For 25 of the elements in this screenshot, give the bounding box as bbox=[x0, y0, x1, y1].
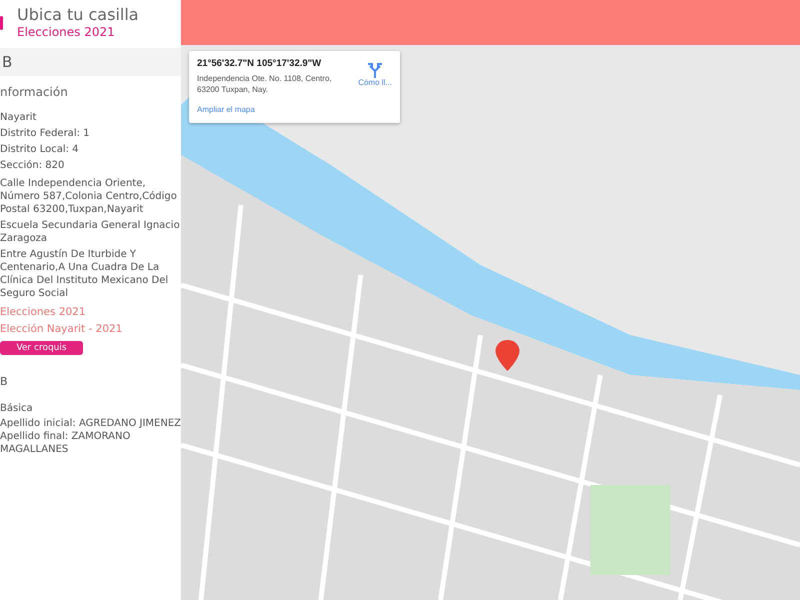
directions-icon bbox=[367, 62, 384, 78]
logo-mark bbox=[0, 16, 3, 30]
section-header: B bbox=[0, 48, 181, 76]
detail-text: Sección: 820 bbox=[0, 159, 66, 172]
detail-text: Distrito Federal: 1 bbox=[0, 127, 91, 140]
address-text: Independencia Ote. No. 1108, Centro, 63200 Tuxpan, Nay. bbox=[197, 73, 333, 95]
detail-paragraph: Escuela Secundaria General Ignacio Zaragoza bbox=[0, 219, 181, 245]
election-link[interactable]: Elecciones 2021 bbox=[0, 305, 181, 319]
detail-paragraph: Calle Independencia Oriente, Número 587,Colonia Centro,Código Postal 63200,Tuxpan,Nayarit bbox=[0, 177, 178, 216]
section-title: nformación bbox=[0, 86, 69, 99]
surname-text: Apellido inicial: AGREDANO JIMENEZ bbox=[0, 417, 181, 430]
election-link[interactable]: Elección Nayarit - 2021 bbox=[0, 322, 181, 336]
enlarge-map-link[interactable]: Ampliar el mapa bbox=[197, 105, 255, 114]
section-label: B bbox=[0, 375, 9, 388]
detail-paragraph: Entre Agustín De Iturbide Y Centenario,A Una Cuadra De La Clínica Del Instituto Mexicano Del Seguro Social bbox=[0, 248, 170, 300]
surname-text: Apellido final: ZAMORANO MAGALLANES bbox=[0, 430, 132, 456]
app-title: Ubica tu casilla bbox=[17, 5, 139, 24]
view-sketch-button[interactable]: Ver croquis bbox=[0, 341, 83, 355]
app-subtitle: Elecciones 2021 bbox=[17, 24, 116, 40]
directions-link[interactable]: Cómo ll... bbox=[358, 62, 392, 95]
detail-text: Distrito Local: 4 bbox=[0, 143, 80, 156]
detail-text: Nayarit bbox=[0, 111, 38, 124]
map-drawing[interactable] bbox=[181, 45, 800, 600]
coordinates-text: 21°56'32.7"N 105°17'32.9"W bbox=[197, 58, 322, 69]
type-text: Básica bbox=[0, 402, 34, 415]
